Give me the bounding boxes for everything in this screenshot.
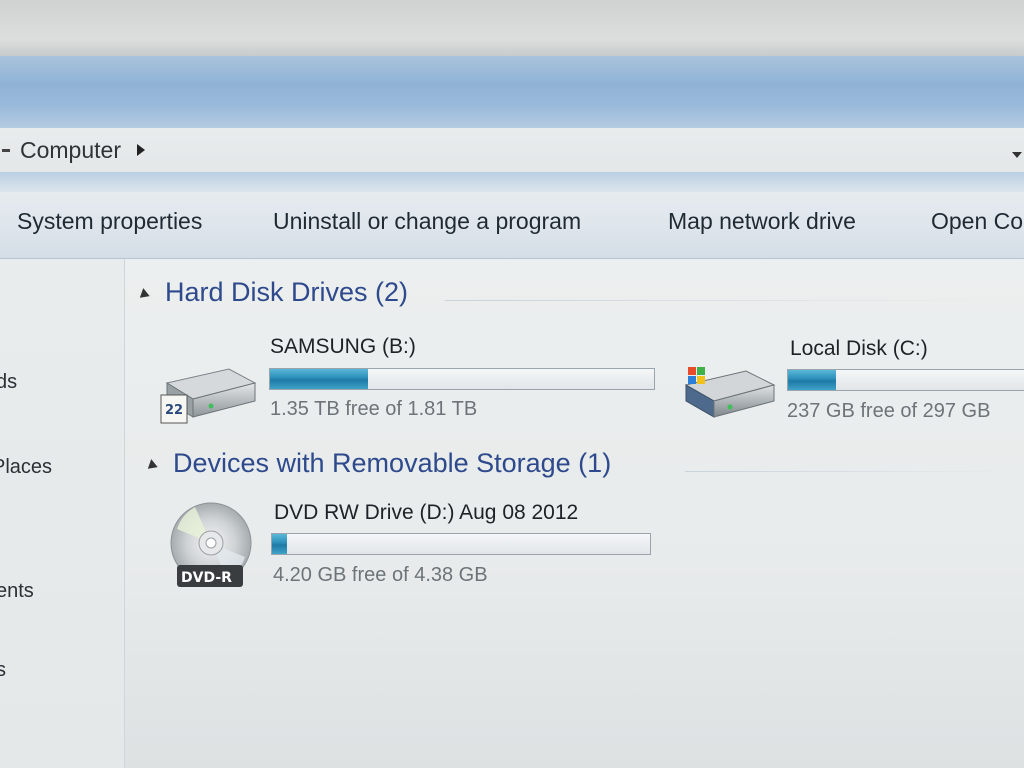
drive-usage-fill	[270, 369, 368, 389]
open-control-panel-button[interactable]: Open Co	[931, 208, 1023, 235]
nav-item-recent-places[interactable]: Places	[0, 456, 52, 479]
drive-name-label: SAMSUNG (B:)	[270, 335, 416, 358]
breadcrumb[interactable]: Computer	[0, 134, 145, 166]
drive-free-space-label: 1.35 TB free of 1.81 TB	[270, 398, 478, 420]
breadcrumb-item-computer[interactable]: Computer	[20, 137, 121, 164]
command-bar: System properties Uninstall or change a …	[0, 192, 1024, 259]
navigation-pane: ds Places ents s	[0, 259, 125, 768]
drive-item-samsung[interactable]: 22 SAMSUNG (B:) 1.35 TB free of 1.81 TB	[159, 331, 659, 431]
nav-item-documents[interactable]: ents	[0, 580, 34, 603]
chevron-down-icon[interactable]	[1012, 152, 1022, 158]
uninstall-program-button[interactable]: Uninstall or change a program	[273, 208, 581, 235]
external-hard-drive-icon: 22	[160, 368, 257, 424]
collapse-triangle-icon[interactable]	[138, 287, 150, 298]
chevron-right-icon[interactable]	[136, 144, 145, 156]
nav-item-downloads[interactable]: ds	[0, 371, 17, 394]
map-network-drive-button[interactable]: Map network drive	[668, 208, 856, 235]
breadcrumb-separator-icon	[2, 148, 10, 152]
drive-usage-bar	[271, 533, 651, 555]
drive-free-space-label: 4.20 GB free of 4.38 GB	[273, 564, 488, 586]
toolbar-divider	[0, 172, 1024, 192]
drive-badge-text: DVD-R	[181, 570, 232, 586]
drive-usage-bar	[269, 368, 655, 390]
address-bar[interactable]	[0, 128, 1024, 173]
drive-free-space-label: 237 GB free of 297 GB	[787, 400, 991, 422]
group-title: Hard Disk Drives (2)	[165, 277, 409, 307]
drive-usage-fill	[272, 534, 288, 554]
nav-item-pictures[interactable]: s	[0, 659, 6, 682]
drive-name-label: DVD RW Drive (D:) Aug 08 2012	[274, 501, 579, 524]
drive-item-local-disk-c[interactable]: Local Disk (C:) 237 GB free of 297 GB	[680, 333, 1024, 433]
window-titlebar[interactable]	[0, 56, 1024, 129]
drive-name-label: Local Disk (C:)	[790, 337, 928, 360]
content-pane: Hard Disk Drives (2) 22 SAMSUNG (B:) 1.3…	[125, 259, 1024, 768]
drive-usage-fill	[788, 370, 836, 390]
group-title: Devices with Removable Storage (1)	[173, 448, 612, 478]
group-header-hard-disks[interactable]: Hard Disk Drives (2)	[138, 277, 409, 308]
dvd-disc-icon: DVD-R	[170, 502, 252, 587]
monitor-bezel	[0, 0, 1024, 56]
group-divider	[685, 471, 1015, 472]
group-header-removable[interactable]: Devices with Removable Storage (1)	[146, 448, 612, 479]
windows-system-drive-icon	[684, 367, 776, 418]
collapse-triangle-icon[interactable]	[146, 458, 158, 469]
drive-item-dvd-rw[interactable]: DVD-R DVD RW Drive (D:) Aug 08 2012 4.20…	[165, 499, 665, 599]
explorer-screen: Computer System properties Uninstall or …	[0, 0, 1024, 768]
group-divider	[445, 300, 1005, 301]
system-properties-button[interactable]: System properties	[17, 208, 202, 235]
drive-badge-text: 22	[165, 403, 183, 418]
drive-usage-bar	[787, 369, 1024, 391]
